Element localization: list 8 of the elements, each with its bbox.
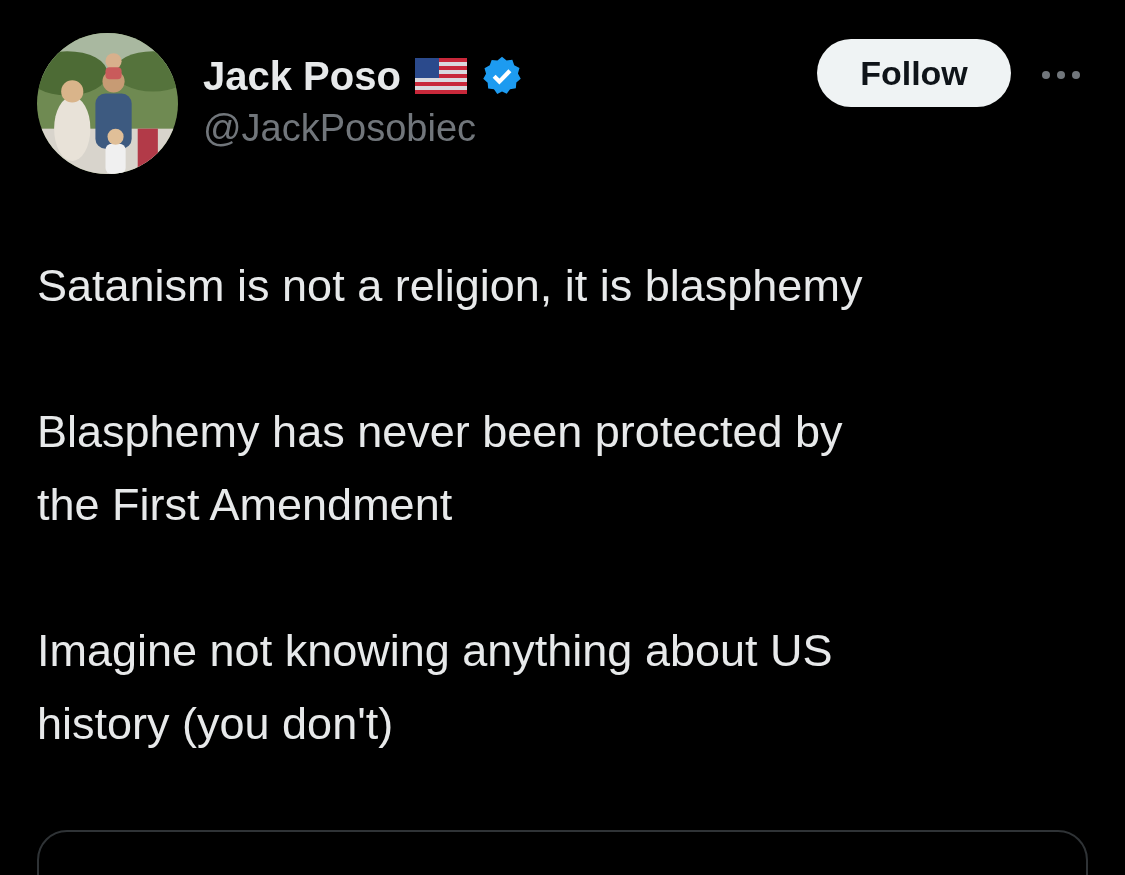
display-name: Jack Poso: [203, 53, 401, 100]
tweet-text: Imagine not knowing anything about US history (you don't): [37, 624, 834, 751]
flag-icon: [414, 58, 467, 94]
user-handle: @JackPosobiec: [203, 106, 478, 151]
follow-button[interactable]: Follow: [817, 39, 1011, 107]
more-icon[interactable]: [1041, 70, 1081, 80]
tweet-text: Blasphemy has never been protected by the First Amendment: [37, 405, 844, 532]
tweet-text: Satanism is not a religion, it is blasphemy: [37, 259, 864, 313]
